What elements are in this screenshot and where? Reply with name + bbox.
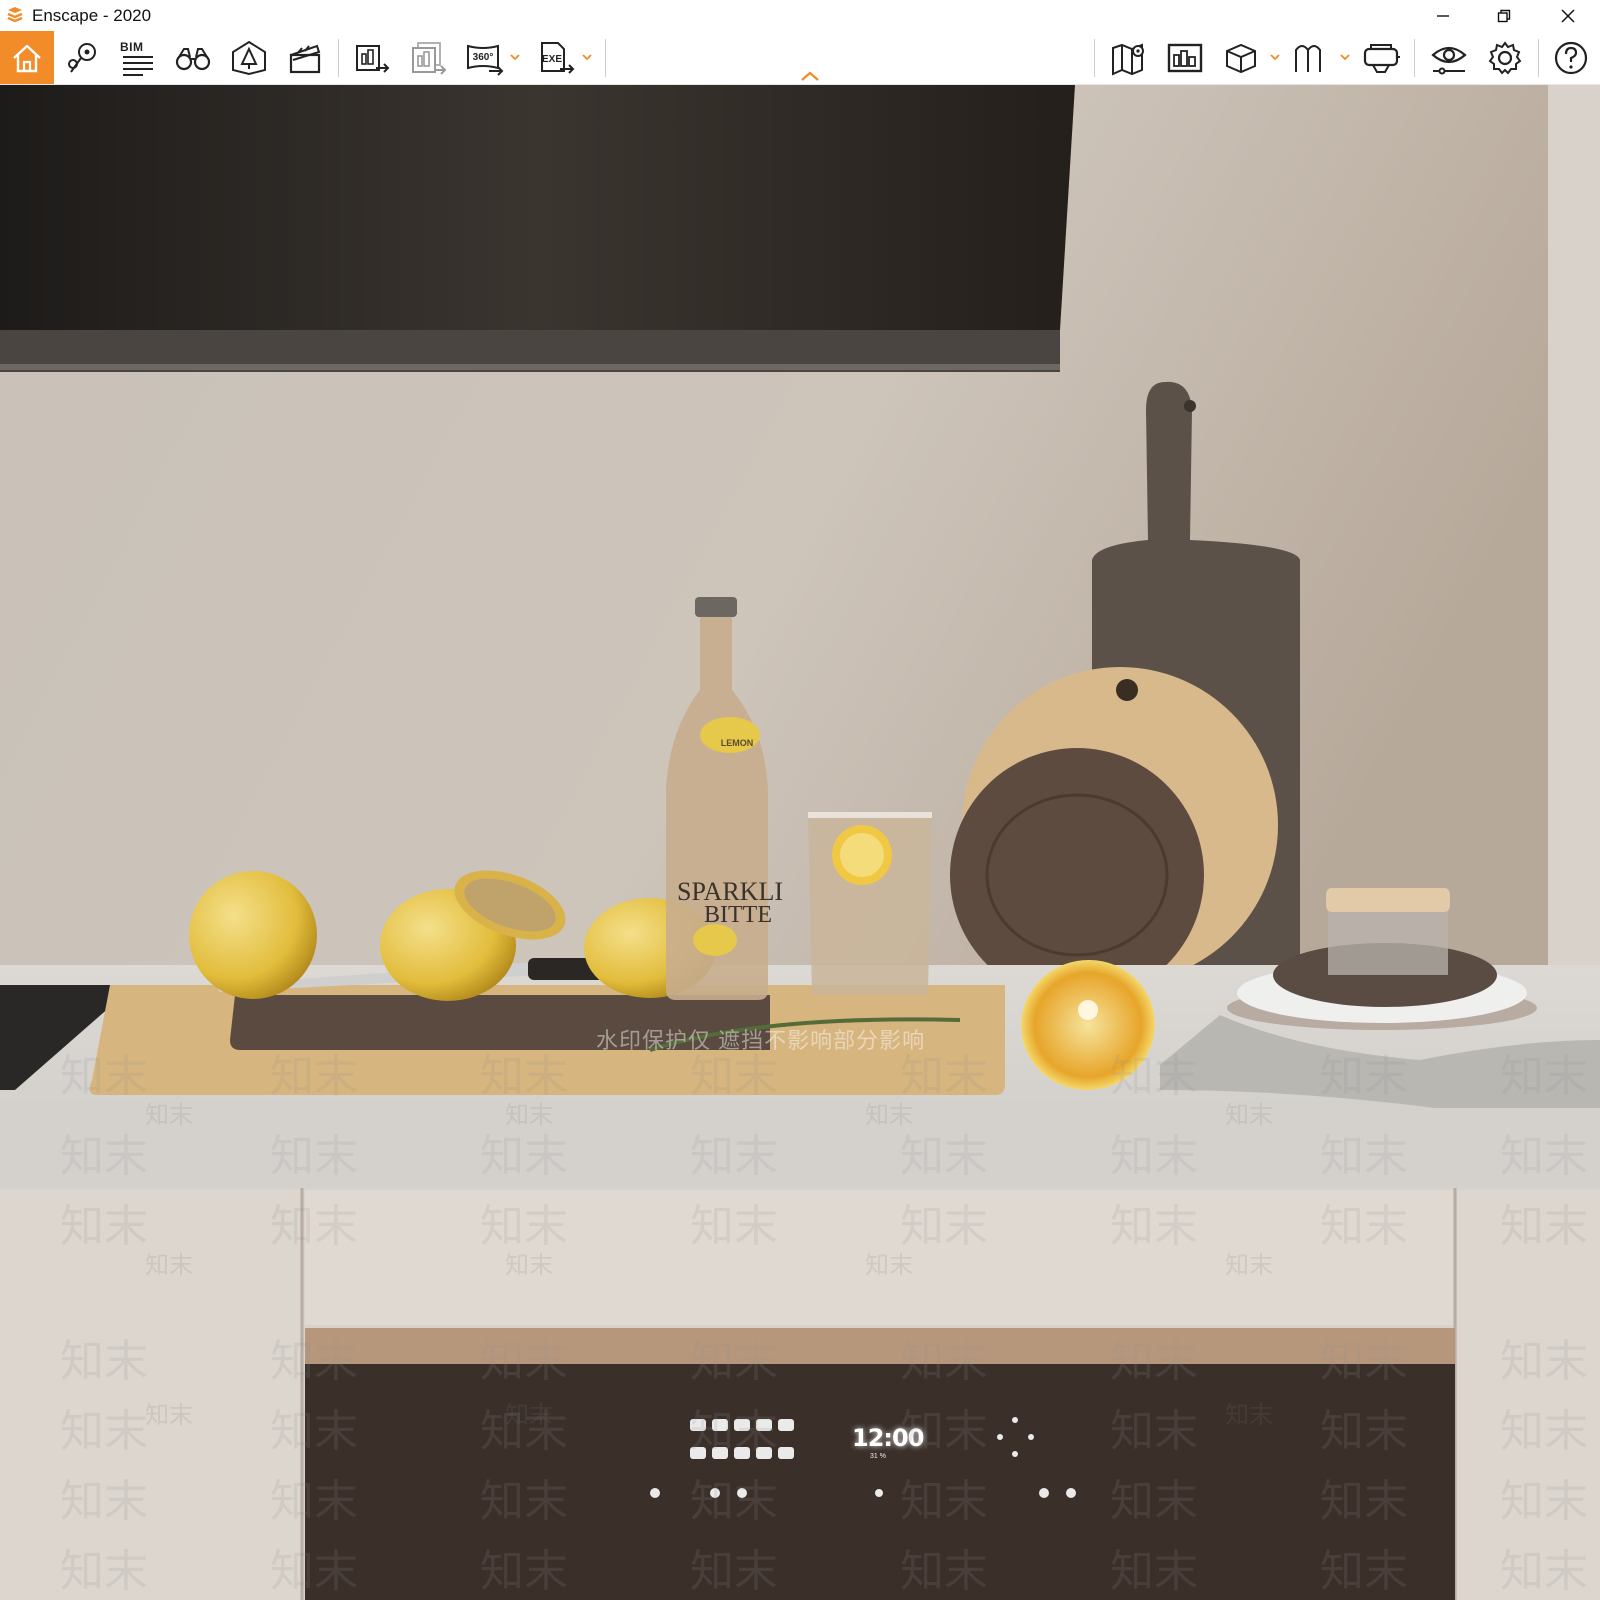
box-view-dropdown[interactable]: [1268, 31, 1282, 84]
visual-settings-button[interactable]: [1426, 31, 1472, 84]
enscape-logo-icon: [6, 6, 24, 24]
panorama-360-export-icon: 360°: [467, 44, 504, 76]
title-bar: Enscape - 2020: [0, 0, 1600, 31]
toolbar-separator: [338, 39, 339, 77]
gallery-button[interactable]: [1162, 31, 1208, 84]
panorama-export-dropdown[interactable]: [508, 31, 522, 84]
close-button[interactable]: [1545, 0, 1591, 31]
batch-render-export-icon: [412, 41, 447, 75]
batch-render-button[interactable]: [406, 31, 452, 84]
render-export-icon: [356, 44, 390, 73]
bottle-tag: LEMON: [721, 738, 754, 748]
oven-clock-subtext: 31 %: [870, 1453, 886, 1460]
visual-settings-eye-icon: [1431, 46, 1467, 74]
kitchen-scene: LEMON SPARKLI BITTE: [0, 85, 1600, 1600]
exe-export-button[interactable]: EXE: [534, 31, 580, 84]
render-viewport[interactable]: LEMON SPARKLI BITTE 12:00 31 % 水印保护仅 遮挡不…: [0, 85, 1600, 1600]
chevron-down-icon: [1270, 54, 1280, 61]
walk-mode-button[interactable]: [170, 31, 216, 84]
restore-button[interactable]: [1481, 0, 1527, 31]
toolbar-separator: [1414, 39, 1415, 77]
general-settings-button[interactable]: [1482, 31, 1528, 84]
oven-clock-display: 12:00: [852, 1424, 924, 1452]
clapperboard-icon: [289, 44, 321, 73]
vr-headset-icon: [1363, 43, 1400, 73]
watermark-notice: 水印保护仅 遮挡不影响部分影响: [596, 1028, 926, 1053]
video-editor-button[interactable]: [282, 31, 328, 84]
help-icon: [1554, 41, 1588, 74]
help-button[interactable]: [1548, 31, 1594, 84]
chevron-up-icon: [801, 71, 819, 81]
chevron-down-icon: [582, 54, 592, 61]
chevron-down-icon: [1340, 54, 1350, 61]
section-view-dropdown[interactable]: [1338, 31, 1352, 84]
toolbar-separator: [1538, 39, 1539, 77]
settings-gear-icon: [1488, 40, 1522, 75]
bim-info-button[interactable]: [114, 31, 160, 84]
close-icon: [1561, 8, 1575, 23]
panorama-export-button[interactable]: 360°: [462, 31, 508, 84]
ground-asset-icon: [232, 40, 266, 75]
bim-label: BIM: [120, 40, 144, 54]
map-button[interactable]: [1106, 31, 1152, 84]
svg-text:360°: 360°: [473, 52, 494, 63]
toolbar-separator: [1094, 39, 1095, 77]
home-button[interactable]: [0, 31, 54, 84]
collapse-toolbar-toggle[interactable]: [798, 69, 822, 83]
window-title: Enscape - 2020: [32, 6, 152, 25]
map-views-icon: [1112, 43, 1144, 76]
exe-export-dropdown[interactable]: [580, 31, 594, 84]
restore-icon: [1497, 9, 1511, 22]
section-view-button[interactable]: [1288, 31, 1334, 84]
toolbar-separator: [605, 39, 606, 77]
map-pin-view-icon: [68, 42, 96, 73]
box-view-icon: [1226, 43, 1256, 73]
section-view-icon: [1295, 44, 1321, 72]
minimize-icon: [1437, 14, 1449, 17]
minimize-button[interactable]: [1420, 0, 1466, 31]
vr-headset-button[interactable]: [1358, 31, 1404, 84]
binoculars-icon: [175, 47, 211, 70]
exe-export-icon: EXE: [541, 41, 575, 74]
enscape-toolbar: BIM 360° EXE: [0, 31, 1600, 85]
svg-text:EXE: EXE: [542, 54, 562, 65]
home-icon: [13, 44, 41, 72]
asset-library-button[interactable]: [226, 31, 272, 84]
chevron-down-icon: [510, 54, 520, 61]
screenshot-export-button[interactable]: [350, 31, 396, 84]
views-button[interactable]: [60, 31, 106, 84]
gallery-icon: [1167, 43, 1203, 72]
box-view-button[interactable]: [1218, 31, 1264, 84]
